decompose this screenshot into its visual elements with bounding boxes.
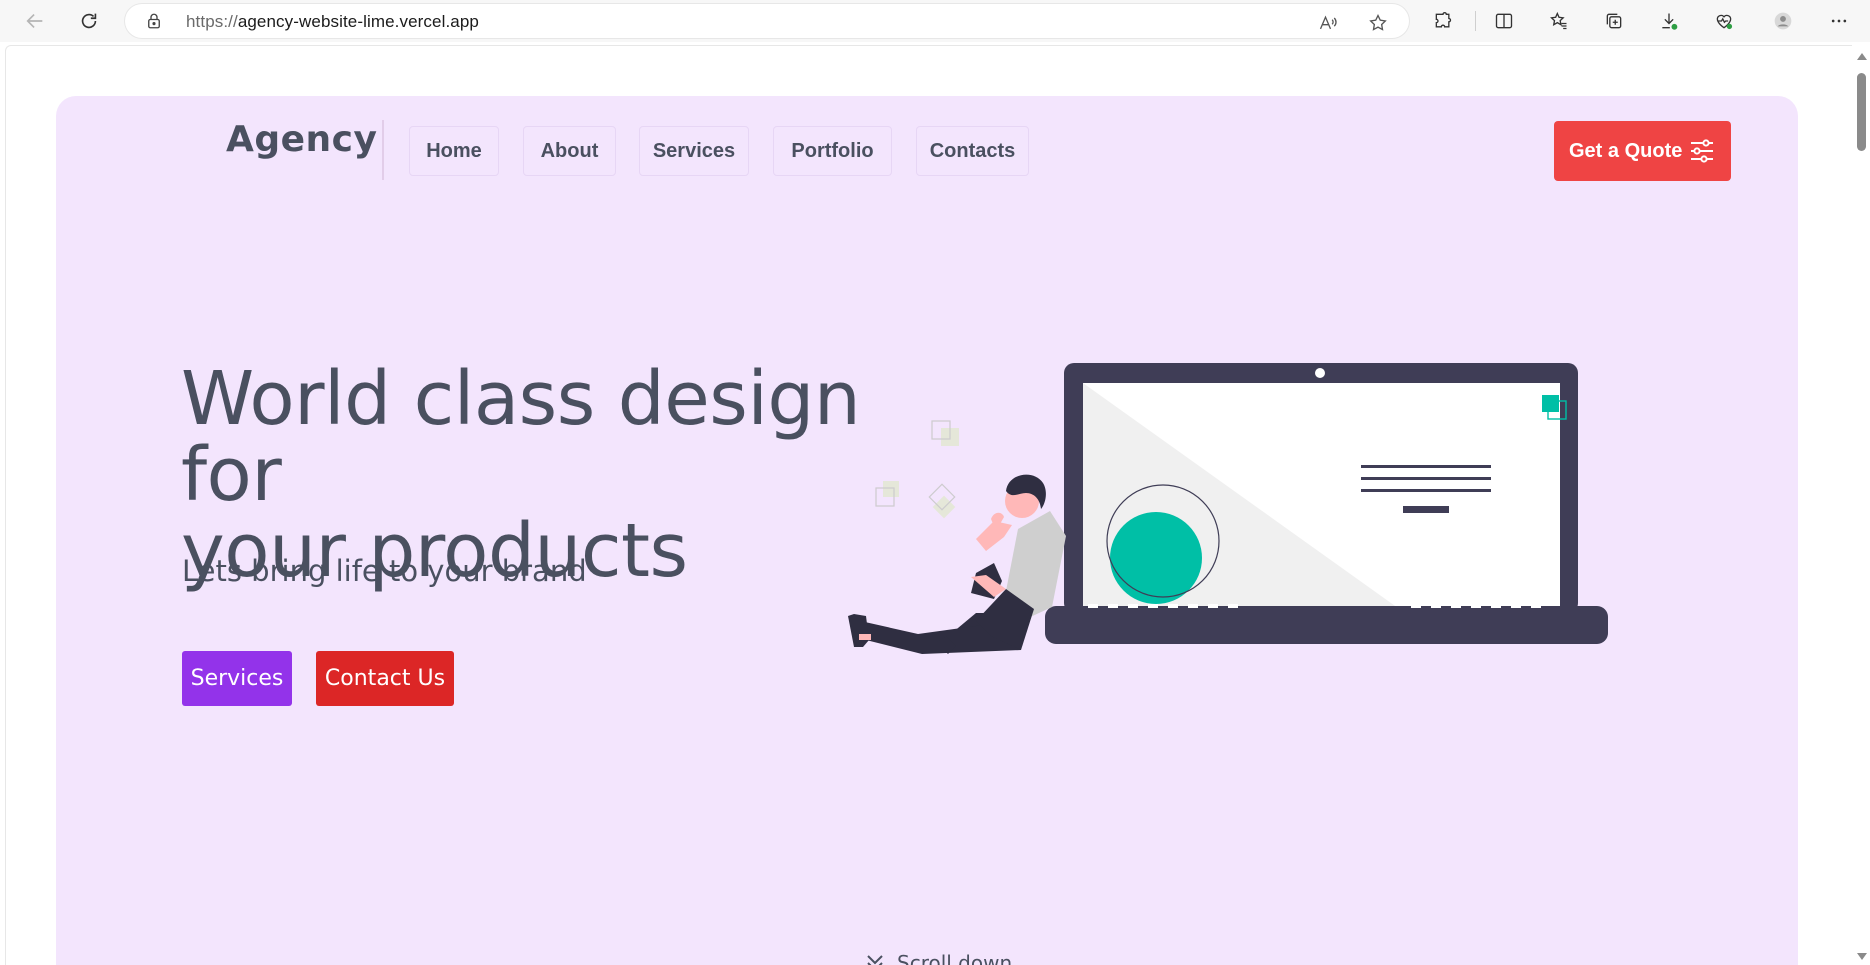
person xyxy=(848,474,1066,654)
lock-icon[interactable] xyxy=(145,12,163,30)
get-a-quote-button[interactable]: Get a Quote xyxy=(1554,121,1731,181)
scrollbar-thumb[interactable] xyxy=(1857,73,1866,151)
get-a-quote-label: Get a Quote xyxy=(1569,139,1683,162)
nav-services[interactable]: Services xyxy=(639,126,749,176)
collections-icon[interactable] xyxy=(1601,8,1627,34)
laptop xyxy=(1045,363,1608,644)
double-chevron-down-icon xyxy=(867,955,883,965)
toolbar-divider xyxy=(1475,11,1476,31)
browser-toolbar: https://agency-website-lime.vercel.app xyxy=(0,0,1870,42)
scroll-down-label: Scroll down xyxy=(897,951,1013,965)
puzzle-icon[interactable] xyxy=(1430,8,1456,34)
page-scrollbar[interactable] xyxy=(1852,45,1870,965)
logo-divider xyxy=(382,120,384,180)
favorites-icon[interactable] xyxy=(1546,8,1572,34)
scroll-up-arrow-icon[interactable] xyxy=(1857,53,1867,60)
back-arrow-icon[interactable] xyxy=(18,4,52,38)
download-icon[interactable] xyxy=(1656,8,1682,34)
star-icon[interactable] xyxy=(1365,10,1391,36)
refresh-icon[interactable] xyxy=(72,4,106,38)
url-text[interactable]: https://agency-website-lime.vercel.app xyxy=(186,12,479,32)
sliders-icon xyxy=(1691,139,1713,163)
nav-portfolio[interactable]: Portfolio xyxy=(773,126,892,176)
floating-squares xyxy=(875,420,959,519)
read-aloud-icon[interactable] xyxy=(1315,10,1341,36)
more-icon[interactable] xyxy=(1826,8,1852,34)
split-screen-icon[interactable] xyxy=(1491,8,1517,34)
contact-us-button[interactable]: Contact Us xyxy=(316,651,454,706)
hero-illustration xyxy=(848,363,1608,654)
scroll-down-link[interactable]: Scroll down xyxy=(863,951,1012,965)
hero-section: Agency Home About Services Portfolio Con… xyxy=(56,96,1798,965)
page-viewport: Agency Home About Services Portfolio Con… xyxy=(5,45,1853,965)
site-logo[interactable]: Agency xyxy=(226,119,377,160)
heart-pulse-icon[interactable] xyxy=(1711,8,1737,34)
address-bar[interactable]: https://agency-website-lime.vercel.app xyxy=(125,4,1409,38)
profile-icon[interactable] xyxy=(1770,8,1796,34)
hero-subline: Lets bring life to your brand xyxy=(182,554,587,588)
services-button[interactable]: Services xyxy=(182,651,292,706)
nav-about[interactable]: About xyxy=(523,126,616,176)
scroll-down-arrow-icon[interactable] xyxy=(1857,953,1867,960)
nav-contacts[interactable]: Contacts xyxy=(916,126,1029,176)
nav-home[interactable]: Home xyxy=(409,126,499,176)
